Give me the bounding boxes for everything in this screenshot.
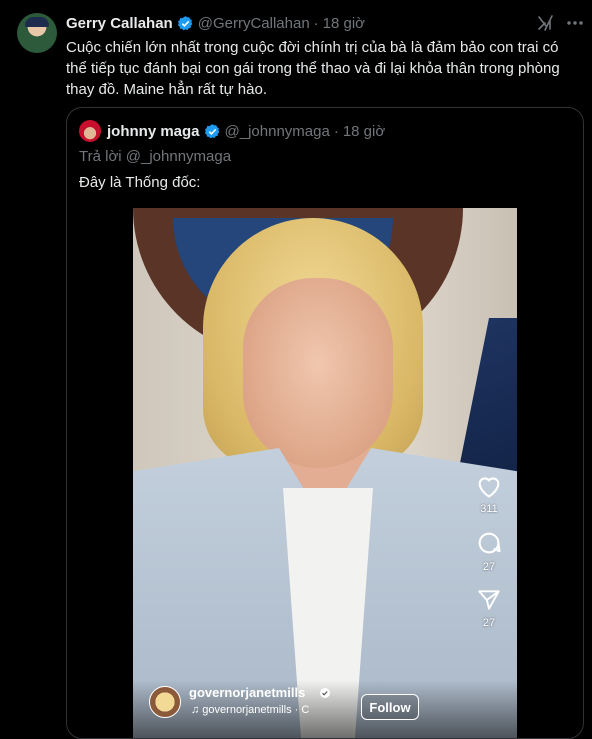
- share-count: 27: [482, 617, 496, 629]
- comment-icon[interactable]: [475, 529, 503, 557]
- quoted-separator: ·: [333, 122, 339, 140]
- grok-icon[interactable]: [536, 13, 556, 33]
- tweet-header: Gerry Callahan @GerryCallahan · 18 giờ: [66, 12, 365, 34]
- author-avatar[interactable]: [17, 13, 57, 53]
- header-separator: ·: [313, 14, 319, 32]
- person-face: [243, 278, 393, 468]
- quoted-time[interactable]: 18 giờ: [343, 123, 385, 140]
- ig-music-label: ♫ governorjanetmills · C: [191, 704, 310, 716]
- verified-badge-icon: [177, 15, 193, 30]
- video-side-actions: 311 27 27: [469, 473, 509, 643]
- like-count: 311: [480, 503, 498, 515]
- more-icon[interactable]: [565, 13, 585, 33]
- comment-action[interactable]: 27: [469, 529, 509, 573]
- like-action[interactable]: 311: [469, 473, 509, 515]
- follow-button[interactable]: Follow: [361, 694, 419, 720]
- quoted-header: johnny maga @_johnnymaga · 18 giờ: [107, 120, 385, 142]
- quoted-author-handle[interactable]: @_johnnymaga: [225, 123, 330, 140]
- quoted-tweet[interactable]: johnny maga @_johnnymaga · 18 giờ Trả lờ…: [66, 107, 584, 739]
- author-name[interactable]: Gerry Callahan: [66, 15, 173, 32]
- author-handle[interactable]: @GerryCallahan: [198, 15, 310, 32]
- quoted-author-name[interactable]: johnny maga: [107, 123, 200, 140]
- reply-to-label[interactable]: Trả lời @_johnnymaga: [79, 148, 231, 165]
- ig-avatar[interactable]: [149, 686, 181, 718]
- comment-count: 27: [482, 561, 496, 573]
- quoted-text: Đây là Thống đốc:: [79, 174, 201, 191]
- verified-badge-icon: [204, 123, 219, 138]
- video-player[interactable]: 311 27 27 governorjanetmills ♫ governorj…: [133, 208, 517, 738]
- share-action[interactable]: 27: [469, 587, 509, 629]
- share-icon[interactable]: [476, 587, 502, 613]
- ig-username[interactable]: governorjanetmills: [189, 685, 305, 700]
- tweet[interactable]: Gerry Callahan @GerryCallahan · 18 giờ C…: [0, 0, 592, 739]
- heart-icon[interactable]: [475, 473, 503, 499]
- verified-badge-icon: [320, 688, 330, 698]
- tweet-time[interactable]: 18 giờ: [323, 15, 365, 32]
- tweet-text: Cuộc chiến lớn nhất trong cuộc đời chính…: [66, 39, 560, 98]
- quoted-author-avatar[interactable]: [79, 120, 101, 142]
